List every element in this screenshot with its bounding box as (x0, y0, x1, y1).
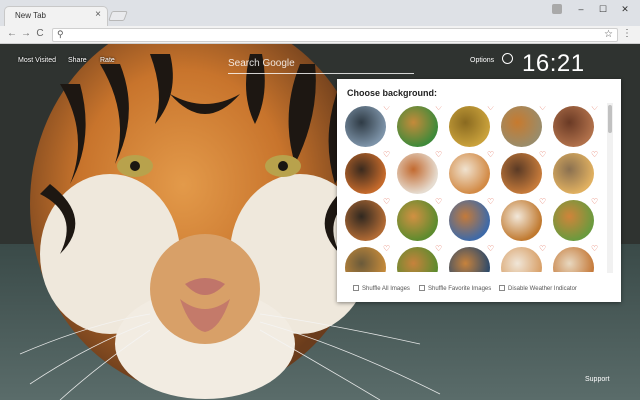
background-thumbnail[interactable] (345, 153, 386, 194)
share-link[interactable]: Share (68, 57, 87, 64)
favorite-heart-icon[interactable]: ♡ (591, 151, 598, 159)
search-icon: ⚲ (57, 29, 64, 39)
favorite-heart-icon[interactable]: ♡ (383, 106, 390, 112)
disable-weather-label: Disable Weather Indicator (508, 286, 577, 292)
shuffle-all-checkbox[interactable] (353, 285, 359, 291)
background-thumbnail[interactable] (449, 153, 490, 194)
favorite-heart-icon[interactable]: ♡ (435, 198, 442, 206)
bookmark-star-icon[interactable]: ☆ (604, 29, 613, 40)
address-bar[interactable]: ⚲ ☆ (52, 28, 618, 42)
favorite-heart-icon[interactable]: ♡ (591, 245, 598, 253)
favorite-heart-icon[interactable]: ♡ (539, 198, 546, 206)
panel-title: Choose background: (347, 88, 438, 98)
background-thumbnail[interactable] (553, 153, 594, 194)
favorite-heart-icon[interactable]: ♡ (435, 151, 442, 159)
tab-strip: New Tab × – ☐ ✕ (0, 0, 640, 26)
favorite-heart-icon[interactable]: ♡ (383, 151, 390, 159)
background-picker-panel: Choose background: ♡ ♡ ♡ ♡ ♡ ♡ ♡ ♡ ♡ ♡ ♡ ♡ ♡ ♡ ♡ ♡ ♡ ♡ ♡ ♡ … (337, 79, 621, 302)
menu-icon[interactable]: ⋮ (622, 28, 632, 39)
background-thumbnail[interactable] (345, 106, 386, 147)
background-thumbnail[interactable] (397, 153, 438, 194)
clock-icon[interactable] (502, 53, 513, 64)
options-link[interactable]: Options (470, 57, 494, 64)
reload-icon[interactable]: C (34, 28, 46, 39)
search-box (228, 54, 414, 74)
background-thumbnail[interactable] (397, 106, 438, 147)
favorite-heart-icon[interactable]: ♡ (435, 106, 442, 112)
shuffle-all-option[interactable]: Shuffle All Images (353, 285, 410, 292)
background-thumbnail[interactable] (553, 247, 594, 272)
favorite-heart-icon[interactable]: ♡ (487, 198, 494, 206)
background-thumbnail[interactable] (553, 106, 594, 147)
favorite-heart-icon[interactable]: ♡ (383, 198, 390, 206)
background-thumbnail[interactable] (501, 153, 542, 194)
disable-weather-option[interactable]: Disable Weather Indicator (499, 285, 577, 292)
scrollbar-thumb[interactable] (608, 105, 612, 133)
background-thumbnail[interactable] (345, 200, 386, 241)
background-thumbnail[interactable] (397, 200, 438, 241)
clock-time: 16:21 (522, 50, 585, 77)
favorite-heart-icon[interactable]: ♡ (539, 245, 546, 253)
support-link[interactable]: Support (585, 376, 610, 383)
thumbnail-grid: ♡ ♡ ♡ ♡ ♡ ♡ ♡ ♡ ♡ ♡ ♡ ♡ ♡ ♡ ♡ ♡ ♡ ♡ ♡ ♡ (345, 106, 607, 272)
favorite-heart-icon[interactable]: ♡ (591, 106, 598, 112)
background-thumbnail[interactable] (397, 247, 438, 272)
profile-icon[interactable] (552, 4, 562, 14)
rate-link[interactable]: Rate (100, 57, 115, 64)
search-input[interactable] (228, 55, 414, 71)
forward-icon[interactable]: → (20, 28, 32, 39)
shuffle-favorites-option[interactable]: Shuffle Favorite Images (419, 285, 491, 292)
back-icon[interactable]: ← (6, 28, 18, 39)
background-thumbnail[interactable] (345, 247, 386, 272)
favorite-heart-icon[interactable]: ♡ (591, 198, 598, 206)
favorite-heart-icon[interactable]: ♡ (487, 106, 494, 112)
new-tab-button[interactable] (108, 11, 128, 21)
shuffle-all-label: Shuffle All Images (362, 286, 410, 292)
maximize-icon[interactable]: ☐ (592, 4, 614, 15)
favorite-heart-icon[interactable]: ♡ (435, 245, 442, 253)
tab-close-icon[interactable]: × (95, 9, 101, 20)
tab-title: New Tab (15, 11, 46, 20)
background-thumbnail[interactable] (501, 200, 542, 241)
background-thumbnail[interactable] (449, 200, 490, 241)
background-thumbnail[interactable] (501, 106, 542, 147)
browser-toolbar: ← → C ⚲ ☆ ⋮ (0, 26, 640, 44)
disable-weather-checkbox[interactable] (499, 285, 505, 291)
background-thumbnail[interactable] (449, 106, 490, 147)
favorite-heart-icon[interactable]: ♡ (539, 106, 546, 112)
close-window-icon[interactable]: ✕ (614, 4, 636, 15)
background-thumbnail[interactable] (501, 247, 542, 272)
most-visited-link[interactable]: Most Visited (18, 57, 56, 64)
tab-new-tab[interactable]: New Tab × (4, 6, 108, 26)
shuffle-favorites-label: Shuffle Favorite Images (428, 286, 492, 292)
minimize-icon[interactable]: – (570, 4, 592, 14)
background-thumbnail[interactable] (553, 200, 594, 241)
favorite-heart-icon[interactable]: ♡ (487, 245, 494, 253)
favorite-heart-icon[interactable]: ♡ (383, 245, 390, 253)
background-thumbnail[interactable] (449, 247, 490, 272)
panel-scrollbar[interactable] (607, 103, 613, 273)
favorite-heart-icon[interactable]: ♡ (487, 151, 494, 159)
panel-options: Shuffle All Images Shuffle Favorite Imag… (347, 285, 613, 297)
shuffle-favorites-checkbox[interactable] (419, 285, 425, 291)
favorite-heart-icon[interactable]: ♡ (539, 151, 546, 159)
